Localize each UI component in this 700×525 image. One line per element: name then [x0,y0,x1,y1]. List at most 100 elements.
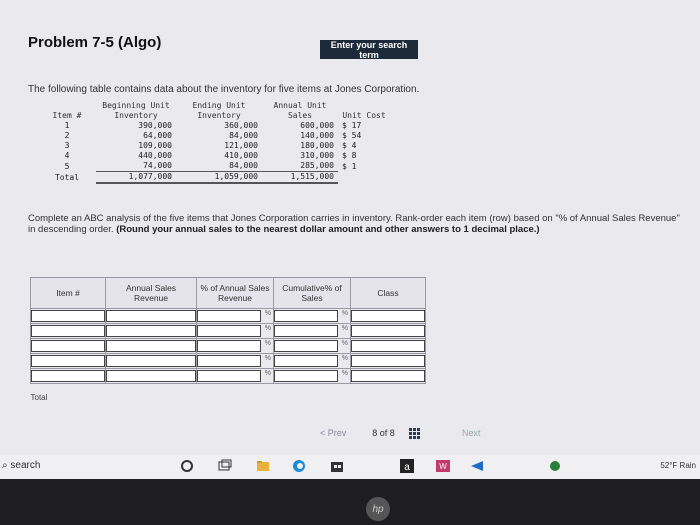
pct-symbol: % [341,370,348,377]
beginning-value: 64,000 [143,131,172,140]
pagination: < Prev 8 of 8 [320,428,421,439]
revenue-input[interactable] [106,370,196,382]
laptop-bezel [0,479,700,525]
col-annual: Annual Unit Sales [273,101,327,120]
pct-input[interactable] [197,325,261,337]
problem-title: Problem 7-5 (Algo) [28,34,162,51]
abc-col-class: Class [350,277,426,309]
annual-value: 285,000 [262,161,338,172]
revenue-input[interactable] [106,310,196,322]
browser-screen: Problem 7-5 (Algo) Enter your search ter… [0,0,700,455]
instructions-bold: (Round your annual sales to the nearest … [116,224,540,235]
class-input[interactable] [351,355,425,367]
svg-text:W: W [439,462,447,471]
pct-input[interactable] [197,310,261,322]
beginning-value: 440,000 [138,151,172,160]
item-number: 5 [64,161,70,171]
item-number: 4 [64,151,70,160]
pct-symbol: % [264,310,271,317]
store-icon[interactable] [330,459,344,473]
item-input[interactable] [31,355,105,367]
beginning-value: 390,000 [138,121,172,130]
cost-value: $ 1 [342,161,357,171]
pct-symbol: % [341,340,348,347]
item-number: 3 [64,141,70,150]
pct-input[interactable] [197,340,261,352]
item-input[interactable] [31,370,105,382]
item-input[interactable] [31,310,105,322]
taskbar-search[interactable]: ⌕ search [2,460,40,471]
cost-value: $ 54 [342,131,362,140]
revenue-input[interactable] [106,325,196,337]
edge-icon[interactable] [292,459,306,473]
svg-text:a: a [404,462,410,473]
table-row: % % [30,368,426,384]
cost-value: $ 4 [342,141,357,150]
total-annual: 1,515,000 [262,171,338,184]
prev-button[interactable]: < Prev [320,428,346,438]
class-input[interactable] [351,325,425,337]
grid-icon[interactable] [408,428,421,439]
app-icon[interactable] [470,459,484,473]
table-row: 3 109,000 121,000 180,000 $ 4 [38,141,390,151]
class-input[interactable] [351,370,425,382]
cumulative-input[interactable] [274,340,338,352]
cumulative-input[interactable] [274,355,338,367]
pct-symbol: % [264,370,271,377]
abc-col-revenue: Annual Sales Revenue [105,277,197,309]
table-row: % % [30,308,426,324]
item-input[interactable] [31,325,105,337]
ending-value: 84,000 [176,161,262,172]
task-view-icon[interactable] [218,459,232,473]
table-row: 1 390,000 360,000 600,000 $ 17 [38,121,390,131]
total-beginning: 1,077,000 [96,171,176,184]
pct-symbol: % [341,355,348,362]
weather-status: 52°F Rain [660,461,696,470]
taskbar-search-label: search [10,460,41,471]
annual-value: 600,000 [300,121,334,130]
beginning-value: 109,000 [138,141,172,150]
cumulative-input[interactable] [274,370,338,382]
search-button[interactable]: Enter your search term [320,40,418,60]
page-count: 8 of 8 [372,428,395,438]
annual-value: 180,000 [300,141,334,150]
col-beginning: Beginning Unit Inventory [102,101,170,120]
revenue-input[interactable] [106,355,196,367]
intro-text: The following table contains data about … [28,84,420,95]
word-icon[interactable]: W [436,459,450,473]
total-row: Total 1,077,000 1,059,000 1,515,000 [38,171,390,184]
class-input[interactable] [351,340,425,352]
abc-col-cumulative: Cumulative% of Sales [273,277,351,309]
ending-value: 84,000 [229,131,258,140]
col-ending: Ending Unit Inventory [192,101,246,120]
pct-symbol: % [264,355,271,362]
file-explorer-icon[interactable] [256,459,270,473]
table-row: 4 440,000 410,000 310,000 $ 8 [38,151,390,161]
abc-total-label: Total [30,392,48,402]
next-button[interactable]: Next [462,428,481,438]
inventory-table: Item # Beginning Unit Inventory Ending U… [38,101,390,184]
weather-app-icon[interactable] [548,459,562,473]
pct-symbol: % [264,325,271,332]
instructions: Complete an ABC analysis of the five ite… [28,213,688,235]
item-input[interactable] [31,340,105,352]
abc-col-pct: % of Annual Sales Revenue [196,277,274,309]
ending-value: 121,000 [224,141,258,150]
pct-input[interactable] [197,370,261,382]
pct-input[interactable] [197,355,261,367]
revenue-input[interactable] [106,340,196,352]
cortana-icon[interactable] [180,459,194,473]
table-row: % % [30,338,426,354]
cumulative-input[interactable] [274,310,338,322]
class-input[interactable] [351,310,425,322]
hp-logo: hp [366,497,390,521]
total-ending: 1,059,000 [176,171,262,184]
cost-value: $ 17 [342,121,362,130]
beginning-value: 74,000 [96,161,176,172]
item-number: 1 [64,121,70,130]
abc-answer-table: Item # Annual Sales Revenue % of Annual … [30,277,426,404]
amazon-icon[interactable]: a [400,459,414,473]
cumulative-input[interactable] [274,325,338,337]
pct-symbol: % [341,325,348,332]
col-item: Item # [52,111,82,120]
